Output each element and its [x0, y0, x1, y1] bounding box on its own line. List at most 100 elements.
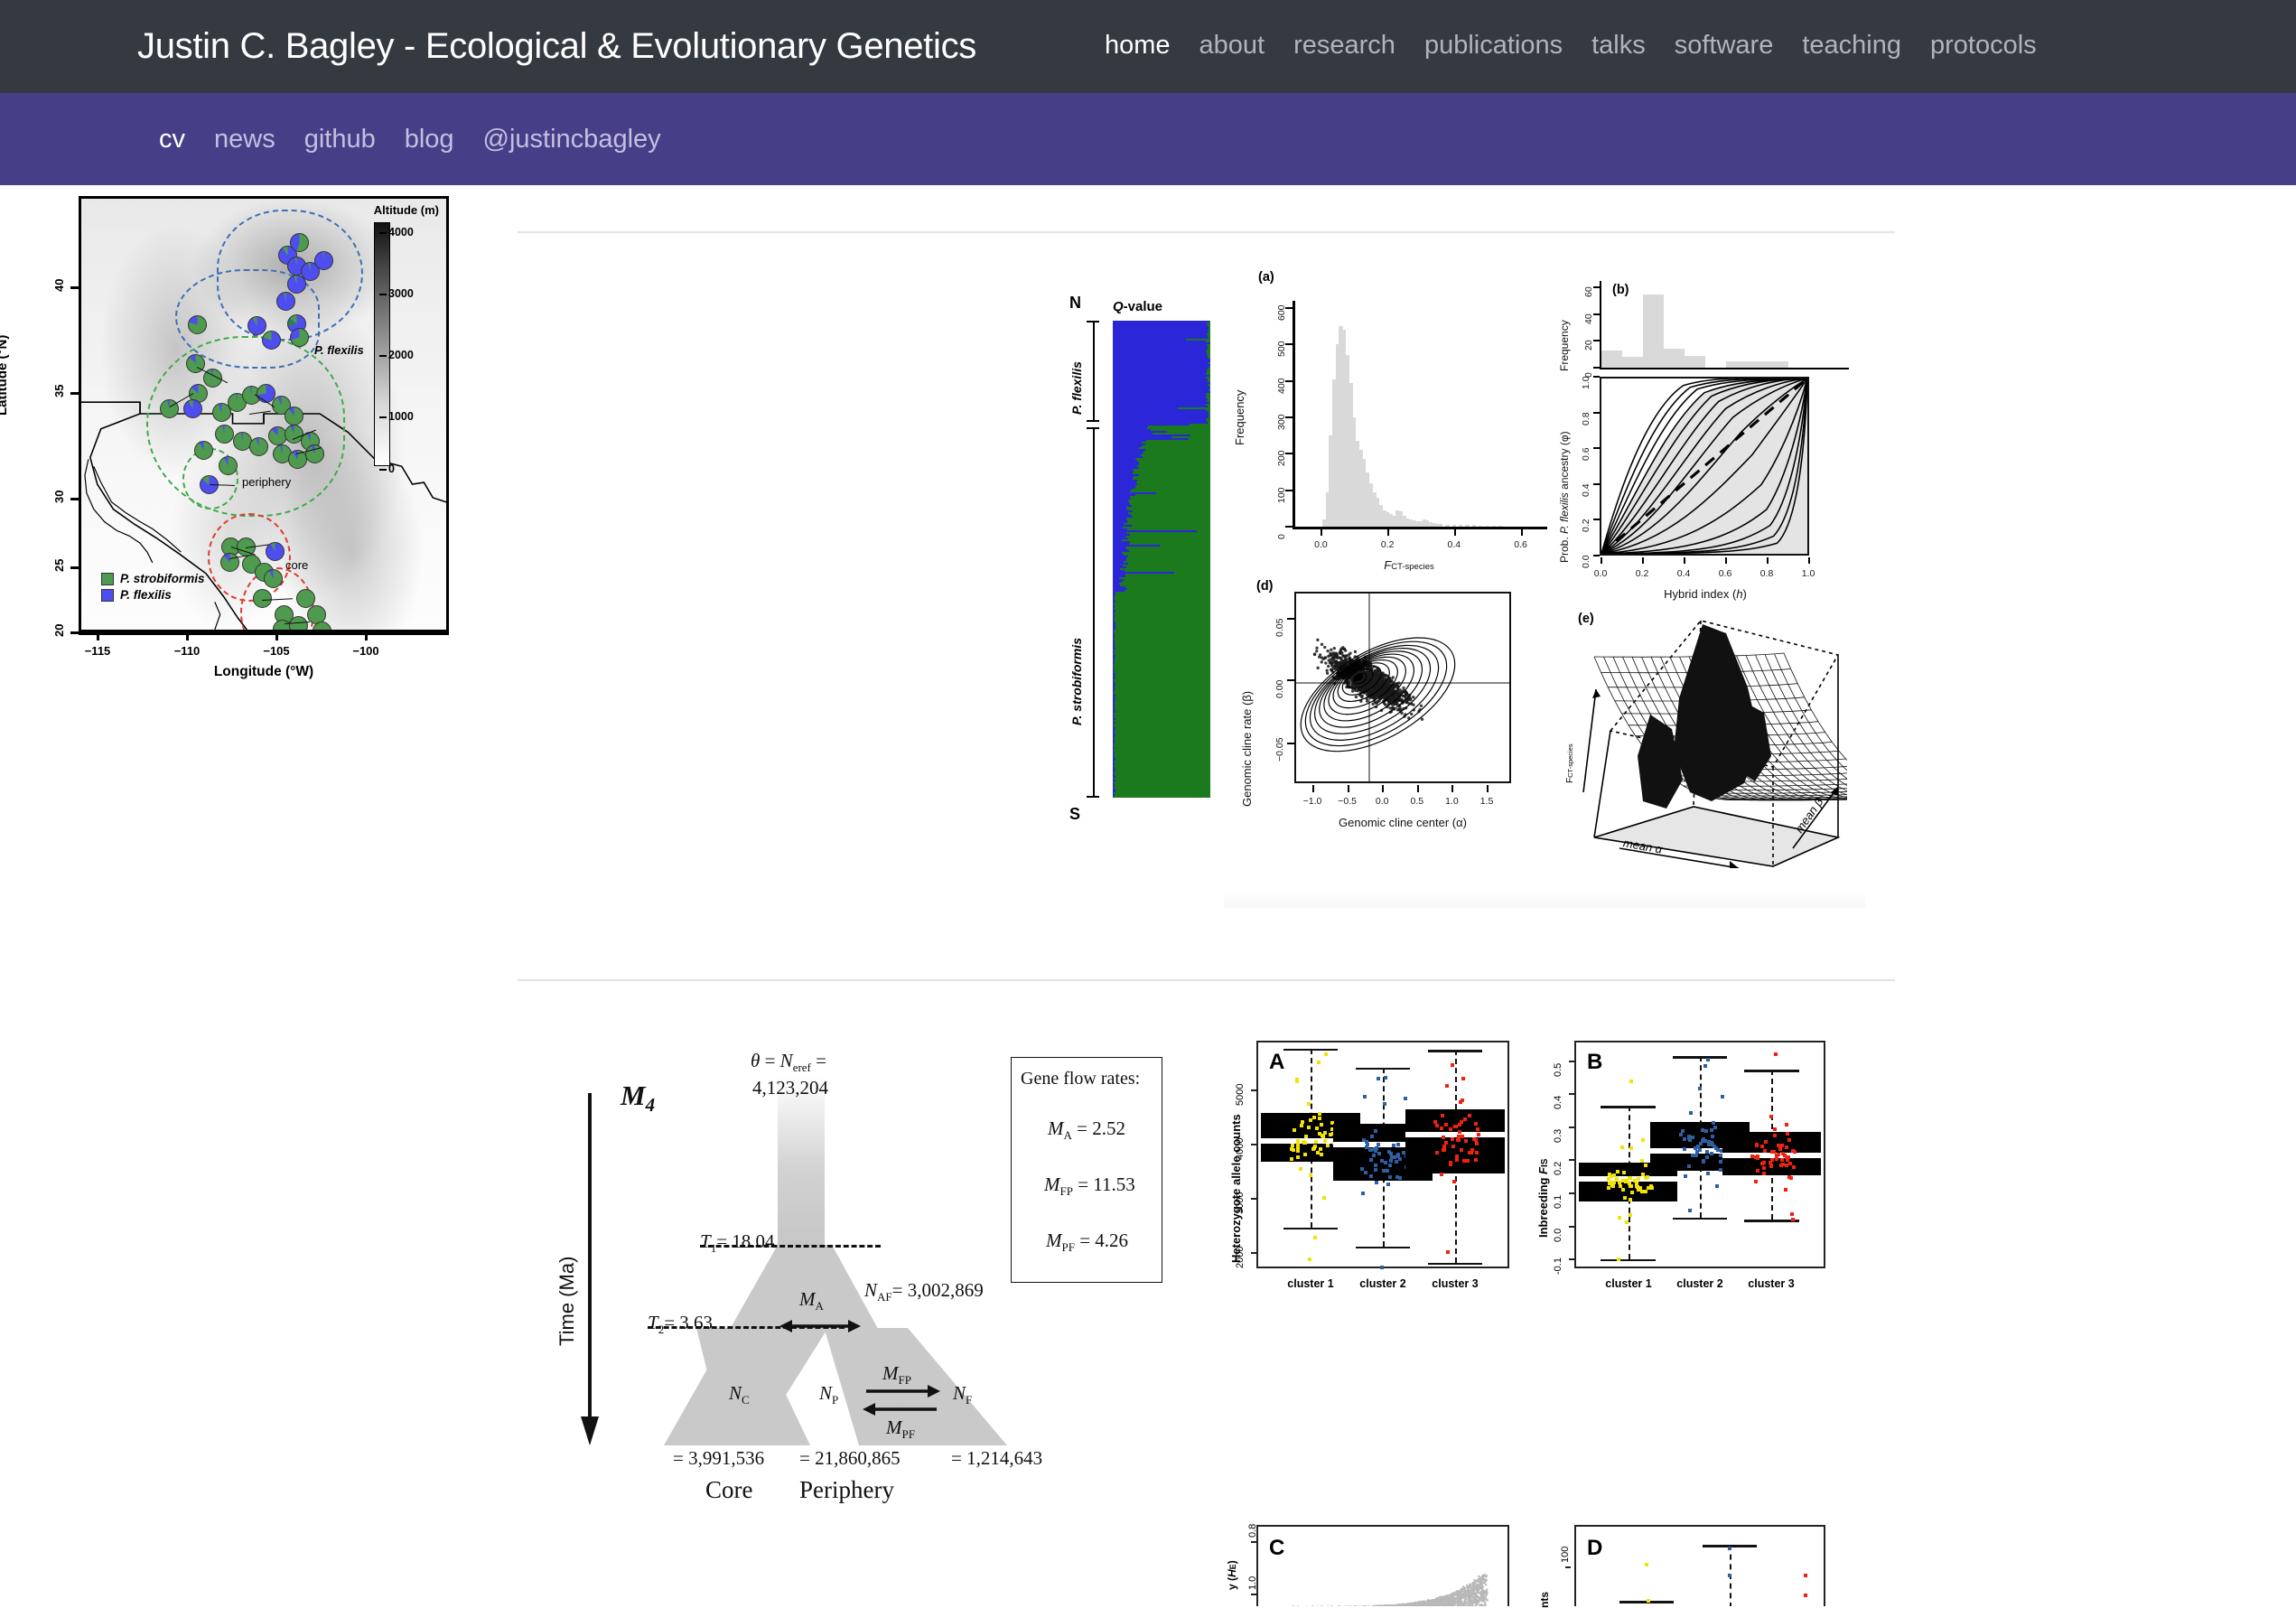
- boxplot-point: [1317, 1061, 1321, 1064]
- boxplot-point: [1318, 1112, 1321, 1116]
- subnav-link-news[interactable]: news: [200, 125, 290, 154]
- map-x-axis: [79, 632, 449, 635]
- boxplot-point: [1763, 1149, 1767, 1153]
- boxplot-point: [1324, 1052, 1328, 1056]
- boxplot-point: [1433, 1120, 1437, 1124]
- boxplot-outlier: [1380, 1266, 1384, 1269]
- boxplot-point: [1442, 1148, 1445, 1152]
- boxplot-point: [1707, 1140, 1711, 1144]
- panel-letter-D: D: [1587, 1536, 1602, 1561]
- boxplot-point: [1451, 1063, 1454, 1067]
- map-species-legend: P. strobiformis P. flexilis: [101, 572, 205, 604]
- boxplot-point: [1458, 1130, 1461, 1134]
- boxplot-point: [1702, 1160, 1705, 1164]
- enclosure-periphery: [146, 336, 345, 517]
- boxplot-point: [1777, 1144, 1780, 1147]
- structure-group-label-flexilis: P. flexilis: [1069, 361, 1084, 415]
- panel-c-y-tickmark: [1593, 412, 1600, 414]
- boxplot-point: [1444, 1141, 1448, 1145]
- map-y-axis-label: Latitude (°N): [0, 335, 10, 416]
- nav-link-about[interactable]: about: [1185, 31, 1280, 61]
- panel-D-point: [1645, 1563, 1648, 1566]
- panel-d-x-tick: 0.5: [1410, 796, 1423, 807]
- boxplot-point: [1762, 1172, 1766, 1175]
- panel-a-histogram-bars: [1294, 301, 1547, 527]
- pie-marker: [183, 399, 202, 418]
- pie-marker: [287, 275, 306, 294]
- site-title: Justin C. Bagley - Ecological & Evolutio…: [137, 26, 976, 67]
- nav-link-teaching[interactable]: teaching: [1787, 31, 1916, 61]
- model-np-value: = 21,860,865: [799, 1447, 901, 1470]
- panel-d-plot-area: [1294, 592, 1511, 783]
- boxplot-upper-cap: [1673, 1056, 1727, 1059]
- panel-D-y-tick-100: 100: [1560, 1547, 1571, 1563]
- boxplot-point: [1773, 1134, 1777, 1137]
- panel-a-x-tick: 0.0: [1314, 539, 1328, 550]
- pie-marker: [276, 292, 295, 311]
- page-content: Latitude (°N) 40 35 30 25 20: [0, 185, 2296, 818]
- panel-d-x-tick: 1.5: [1480, 796, 1494, 807]
- boxplot-point: [1786, 1132, 1789, 1136]
- nav-link-research[interactable]: research: [1279, 31, 1410, 61]
- pie-marker: [285, 407, 303, 425]
- boxplot-point: [1714, 1146, 1718, 1150]
- boxplot-point: [1621, 1188, 1625, 1192]
- panel-c-y-label: Prob. P. flexilis ancestry (φ): [1558, 431, 1571, 563]
- panel-b-bar: [1601, 351, 1622, 368]
- panel-c-x-tick: 0.6: [1719, 568, 1732, 579]
- subnav-link-twitter[interactable]: @justincbagley: [469, 125, 676, 154]
- boxplot-lower-cap: [1601, 1259, 1655, 1262]
- boxplot-point: [1442, 1136, 1445, 1139]
- boxplot-point: [1307, 1102, 1311, 1106]
- boxplot-y-tick: -0.1: [1553, 1257, 1563, 1275]
- boxplot-point: [1694, 1154, 1698, 1157]
- boxplot-point: [1395, 1160, 1398, 1164]
- nav-link-protocols[interactable]: protocols: [1916, 31, 2051, 61]
- boxplot-point: [1762, 1166, 1766, 1170]
- map-y-tick-40: 40: [52, 279, 66, 292]
- panel-b-bar: [1664, 349, 1685, 368]
- panel-letter-B: B: [1587, 1050, 1602, 1075]
- boxplot-point: [1706, 1058, 1710, 1061]
- model-mfp-label: MFP: [882, 1362, 911, 1388]
- nav-link-home[interactable]: home: [1090, 31, 1185, 61]
- boxplot-point: [1290, 1157, 1293, 1161]
- gene-flow-row-mfp: MFP = 11.53: [1044, 1173, 1135, 1199]
- boxplot-point: [1461, 1135, 1464, 1138]
- panel-e-plot-area: FCT-species mean α mean β: [1567, 615, 1847, 868]
- boxplot-point: [1641, 1138, 1645, 1142]
- structure-north-label: N: [1069, 294, 1081, 313]
- nav-link-software[interactable]: software: [1660, 31, 1788, 61]
- divider-top: [518, 231, 1895, 233]
- boxplot-point: [1374, 1168, 1377, 1172]
- boxplot-point: [1386, 1169, 1389, 1173]
- panel-A-x-tick-cluster1: cluster 1: [1287, 1277, 1333, 1290]
- subnav-link-cv[interactable]: cv: [145, 125, 200, 154]
- boxplot-point: [1470, 1148, 1474, 1152]
- boxplot-point: [1789, 1176, 1793, 1180]
- boxplot-point: [1649, 1184, 1653, 1188]
- nav-link-talks[interactable]: talks: [1577, 31, 1660, 61]
- boxplot-point: [1449, 1127, 1452, 1131]
- pie-marker: [289, 616, 308, 632]
- panel-b-y-tickmark: [1593, 286, 1600, 288]
- boxplot-point: [1456, 1138, 1460, 1142]
- boxplot-point: [1710, 1152, 1713, 1155]
- nav-link-publications[interactable]: publications: [1410, 31, 1577, 61]
- pie-marker: [194, 441, 213, 460]
- boxplot-point: [1696, 1145, 1700, 1149]
- panel-D-y-label: nts: [1538, 1592, 1551, 1608]
- map-x-tick-115: −115: [85, 644, 111, 658]
- panel-b-histogram-bars: [1601, 281, 1809, 368]
- boxplot-y-tick: 2000: [1235, 1247, 1246, 1268]
- panel-A-x-tick-cluster2: cluster 2: [1359, 1277, 1405, 1290]
- panel-d-x-tickmark: [1348, 785, 1349, 792]
- boxplot-point: [1706, 1172, 1710, 1175]
- boxplot-point: [1293, 1128, 1296, 1132]
- boxplot-point: [1769, 1161, 1772, 1164]
- boxplot-point: [1446, 1250, 1450, 1254]
- panel-a-x-tickmark: [1387, 528, 1389, 536]
- subnav-link-blog[interactable]: blog: [390, 125, 469, 154]
- subnav-link-github[interactable]: github: [290, 125, 390, 154]
- boxplot-point: [1444, 1123, 1448, 1127]
